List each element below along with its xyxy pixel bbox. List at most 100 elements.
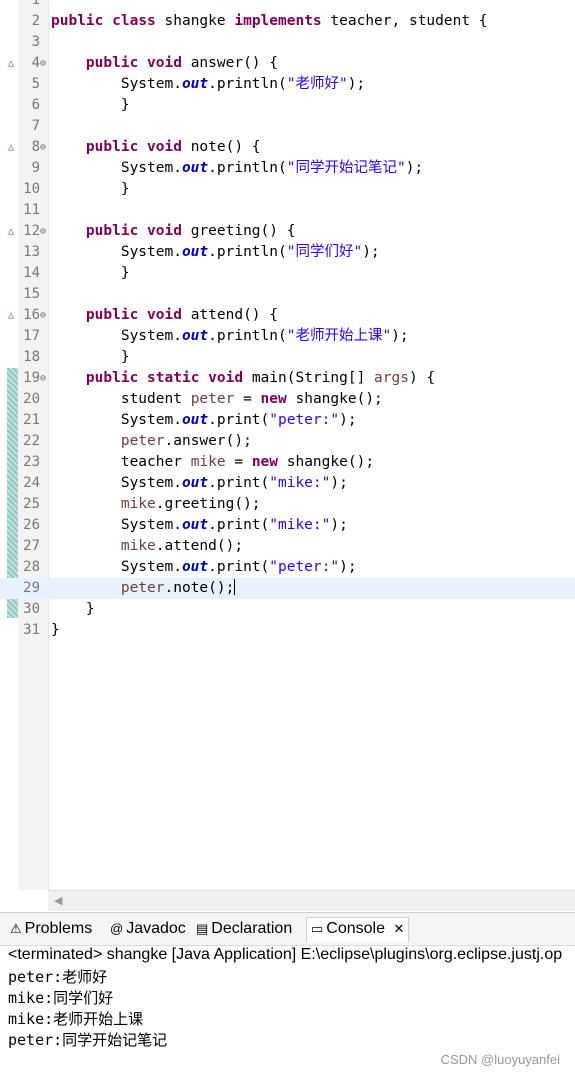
code-text[interactable]: System.out.print("peter:"); [51, 410, 357, 431]
line-number: 24 [23, 475, 40, 491]
code-text[interactable]: } [51, 347, 130, 368]
code-text[interactable]: public void greeting() { [51, 221, 296, 242]
code-line[interactable]: 27 mike.attend(); [0, 536, 575, 557]
line-number: 28 [23, 559, 40, 575]
line-number: 23 [23, 454, 40, 470]
code-text[interactable]: student peter = new shangke(); [51, 389, 383, 410]
horizontal-scrollbar[interactable]: ◀ [48, 890, 575, 911]
code-text[interactable]: peter.answer(); [51, 431, 252, 452]
code-text[interactable]: } [51, 179, 130, 200]
code-text[interactable]: public void answer() { [51, 53, 278, 74]
code-line[interactable]: 22 peter.answer(); [0, 431, 575, 452]
code-text[interactable]: mike.greeting(); [51, 494, 261, 515]
code-line[interactable]: 11 [0, 200, 575, 221]
code-line[interactable]: 2 public class shangke implements teacher… [0, 11, 575, 32]
code-line[interactable]: △ 16 ⊖ public void attend() { [0, 305, 575, 326]
tab-declaration[interactable]: ▤ Declaration [196, 920, 292, 938]
line-number: 9 [31, 160, 40, 176]
close-icon[interactable]: ✕ [393, 921, 404, 936]
fold-collapse-icon[interactable]: ⊖ [40, 368, 46, 389]
line-number: 20 [23, 391, 40, 407]
fold-collapse-icon[interactable]: ⊖ [40, 53, 46, 74]
code-line[interactable]: 6 } [0, 95, 575, 116]
code-line[interactable]: 30 } [0, 599, 575, 620]
override-marker-icon: △ [8, 142, 15, 153]
code-line[interactable]: △ 4 ⊖ public void answer() { [0, 53, 575, 74]
code-text[interactable]: } [51, 263, 130, 284]
code-text[interactable]: public void attend() { [51, 305, 278, 326]
code-line[interactable]: 3 [0, 32, 575, 53]
code-line[interactable]: 10 } [0, 179, 575, 200]
console-output-line: mike:老师开始上课 [8, 1010, 144, 1028]
code-text[interactable]: System.out.println("同学开始记笔记"); [51, 158, 423, 179]
code-text[interactable]: System.out.println("同学们好"); [51, 242, 380, 263]
tab-label: Console [326, 920, 385, 937]
code-line[interactable]: 20 student peter = new shangke(); [0, 389, 575, 410]
code-line[interactable]: 13 System.out.println("同学们好"); [0, 242, 575, 263]
line-number: 5 [31, 76, 40, 92]
code-line[interactable]: 7 [0, 116, 575, 137]
line-number: 15 [23, 286, 40, 302]
code-line[interactable]: 21 System.out.print("peter:"); [0, 410, 575, 431]
code-line[interactable]: 29 peter.note(); [0, 578, 575, 599]
override-marker-icon: △ [8, 310, 15, 321]
code-line[interactable]: △ 8 ⊖ public void note() { [0, 137, 575, 158]
code-text[interactable]: } [51, 599, 95, 620]
code-text[interactable]: public void note() { [51, 137, 261, 158]
code-text[interactable]: public static void main(String[] args) { [51, 368, 435, 389]
watermark: CSDN @luoyuyanfei [440, 1052, 560, 1067]
fold-collapse-icon[interactable]: ⊖ [40, 221, 46, 242]
code-text[interactable]: System.out.print("peter:"); [51, 557, 357, 578]
code-line[interactable]: 14 } [0, 263, 575, 284]
code-line[interactable]: 31} [0, 620, 575, 641]
code-line[interactable]: 23 teacher mike = new shangke(); [0, 452, 575, 473]
code-text[interactable]: } [51, 95, 130, 116]
tab-javadoc[interactable]: @ Javadoc [110, 920, 186, 938]
line-number: 6 [31, 97, 40, 113]
code-line[interactable]: 18 } [0, 347, 575, 368]
tab-problems[interactable]: ⚠ Problems [10, 920, 92, 938]
code-text[interactable]: System.out.print("mike:"); [51, 515, 348, 536]
code-line[interactable]: 19 ⊖ public static void main(String[] arg… [0, 368, 575, 389]
code-line[interactable]: 24 System.out.print("mike:"); [0, 473, 575, 494]
code-text[interactable]: mike.attend(); [51, 536, 243, 557]
tab-label: Declaration [211, 920, 293, 937]
code-line[interactable]: 17 System.out.println("老师开始上课"); [0, 326, 575, 347]
code-line[interactable]: 15 [0, 284, 575, 305]
code-text[interactable]: System.out.println("老师好"); [51, 74, 365, 95]
code-line[interactable]: 25 mike.greeting(); [0, 494, 575, 515]
code-line[interactable]: △ 12 ⊖ public void greeting() { [0, 221, 575, 242]
line-number: 1 [31, 0, 40, 8]
code-line[interactable]: 1 [0, 0, 575, 11]
code-text[interactable]: peter.note(); [51, 578, 236, 599]
code-text[interactable]: } [51, 620, 60, 641]
line-number: 31 [23, 622, 40, 638]
code-line[interactable]: 28 System.out.print("peter:"); [0, 557, 575, 578]
code-text[interactable]: System.out.print("mike:"); [51, 473, 348, 494]
line-number: 3 [31, 34, 40, 50]
line-number: 25 [23, 496, 40, 512]
line-number: 18 [23, 349, 40, 365]
text-caret [234, 579, 236, 595]
code-text[interactable]: public class shangke implements teacher,… [51, 11, 488, 32]
code-line[interactable]: 26 System.out.print("mike:"); [0, 515, 575, 536]
line-number: 2 [31, 13, 40, 29]
line-number: 16 [23, 307, 40, 323]
fold-collapse-icon[interactable]: ⊖ [40, 305, 46, 326]
line-number: 13 [23, 244, 40, 260]
code-text[interactable]: System.out.println("老师开始上课"); [51, 326, 409, 347]
console-status: <terminated> shangke [Java Application] … [8, 946, 563, 963]
fold-collapse-icon[interactable]: ⊖ [40, 137, 46, 158]
scroll-left-icon[interactable]: ◀ [54, 894, 62, 907]
tab-console[interactable]: ▭ Console ✕ [306, 917, 410, 942]
line-number: 8 [31, 139, 40, 155]
java-editor[interactable]: 1 2 public class shangke implements teache… [0, 0, 575, 890]
console-tab-bar: ⚠ Problems @ Javadoc ▤ Declaration ▭ Console… [0, 913, 575, 946]
code-text[interactable]: teacher mike = new shangke(); [51, 452, 374, 473]
javadoc-icon: @ [110, 921, 124, 936]
line-number: 4 [31, 55, 40, 71]
code-line[interactable]: 9 System.out.println("同学开始记笔记"); [0, 158, 575, 179]
line-number: 19 [23, 370, 40, 386]
line-number: 17 [23, 328, 40, 344]
code-line[interactable]: 5 System.out.println("老师好"); [0, 74, 575, 95]
